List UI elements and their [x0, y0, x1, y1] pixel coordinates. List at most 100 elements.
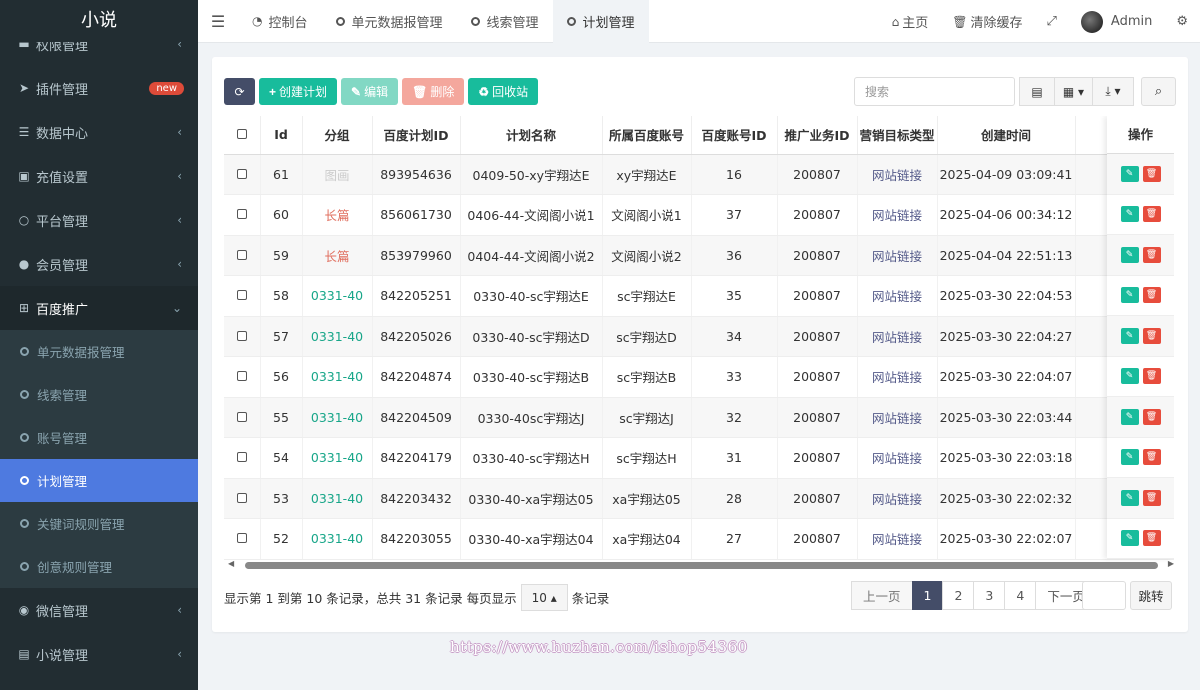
- scroll-right-icon[interactable]: ▶: [1168, 559, 1174, 568]
- search-input[interactable]: [854, 77, 1015, 106]
- horizontal-scrollbar[interactable]: ◀ ▶: [228, 559, 1174, 571]
- tab-unit-report[interactable]: 单元数据报管理: [322, 0, 457, 43]
- row-checkbox[interactable]: [224, 356, 261, 398]
- edit-row-icon[interactable]: ✎: [1120, 449, 1139, 466]
- delete-row-icon[interactable]: 🗑: [1142, 287, 1161, 304]
- table-cell[interactable]: 图画: [302, 154, 373, 195]
- edit-row-icon[interactable]: ✎: [1120, 327, 1139, 344]
- column-header[interactable]: 推广业务ID: [777, 116, 858, 155]
- scrollbar-thumb[interactable]: [245, 562, 1158, 569]
- sidebar-item-creative-rules[interactable]: 创意规则管理: [0, 545, 198, 588]
- row-checkbox[interactable]: [224, 235, 261, 276]
- table-row[interactable]: 55 0331-40 842204509 0330-40sc宇翔达J sc宇翔达J 32 2…: [224, 397, 1174, 438]
- sidebar-item-novels[interactable]: ▤ 小说管理 ‹: [0, 632, 198, 676]
- sidebar-item-keyword-rules[interactable]: 关键词规则管理: [0, 502, 198, 545]
- table-row[interactable]: 56 0331-40 842204874 0330-40-sc宇翔达B sc宇翔达B 33…: [224, 356, 1174, 398]
- refresh-button[interactable]: ⟳: [224, 78, 255, 105]
- table-row[interactable]: 59 长篇 853979960 0404-44-文阅阁小说2 文阅阁小说2 36 20080…: [224, 235, 1174, 276]
- table-cell[interactable]: 网站链接: [857, 316, 938, 357]
- fullscreen-icon[interactable]: ⤢: [1035, 14, 1069, 29]
- row-checkbox[interactable]: [224, 316, 261, 357]
- scroll-left-icon[interactable]: ◀: [228, 559, 234, 568]
- export-dropdown-icon[interactable]: ⤓ ▾: [1092, 77, 1134, 106]
- row-checkbox[interactable]: [224, 194, 261, 236]
- edit-row-icon[interactable]: ✎: [1120, 206, 1139, 223]
- recycle-bin-button[interactable]: ♻ 回收站: [468, 78, 539, 105]
- delete-row-icon[interactable]: 🗑: [1142, 165, 1161, 182]
- column-header[interactable]: Id: [260, 116, 303, 155]
- sidebar-item-recharge[interactable]: ▣ 充值设置 ‹: [0, 154, 198, 198]
- table-row[interactable]: 58 0331-40 842205251 0330-40-sc宇翔达E sc宇翔达E 35…: [224, 275, 1174, 317]
- row-checkbox[interactable]: [224, 437, 261, 479]
- checkbox[interactable]: [236, 290, 247, 301]
- column-header[interactable]: 分组: [302, 116, 373, 155]
- table-row[interactable]: 53 0331-40 842203432 0330-40-xa宇翔达05 xa宇翔达05…: [224, 478, 1174, 519]
- tab-dashboard[interactable]: ◔ 控制台: [238, 0, 322, 43]
- jump-button[interactable]: 跳转: [1130, 581, 1172, 610]
- edit-row-icon[interactable]: ✎: [1120, 408, 1139, 425]
- sidebar-item-data-center[interactable]: ☰ 数据中心 ‹: [0, 110, 198, 154]
- edit-row-icon[interactable]: ✎: [1120, 287, 1139, 304]
- column-header[interactable]: 百度账号ID: [691, 116, 778, 155]
- sidebar-item-accounts[interactable]: 账号管理: [0, 416, 198, 459]
- row-checkbox[interactable]: [224, 275, 261, 317]
- create-plan-button[interactable]: + 创建计划: [259, 78, 338, 105]
- table-cell[interactable]: 网站链接: [857, 478, 938, 519]
- table-cell[interactable]: 网站链接: [857, 194, 938, 236]
- select-all-checkbox[interactable]: [224, 116, 261, 155]
- page-button[interactable]: 3: [973, 581, 1006, 610]
- checkbox[interactable]: [236, 209, 247, 220]
- clear-cache-button[interactable]: 🗑 清除缓存: [940, 12, 1034, 32]
- sidebar-item-plans[interactable]: 计划管理: [0, 459, 198, 502]
- menu-toggle-icon[interactable]: ☰: [198, 12, 238, 31]
- checkbox[interactable]: [236, 371, 247, 382]
- page-button[interactable]: 1: [911, 581, 944, 610]
- table-cell[interactable]: 网站链接: [857, 397, 938, 438]
- table-cell[interactable]: 0331-40: [302, 437, 373, 479]
- table-cell[interactable]: 长篇: [302, 235, 373, 276]
- prev-page-button[interactable]: 上一页: [851, 581, 913, 610]
- edit-row-icon[interactable]: ✎: [1120, 165, 1139, 182]
- row-checkbox[interactable]: [224, 518, 261, 560]
- delete-row-icon[interactable]: 🗑: [1142, 246, 1161, 263]
- table-cell[interactable]: 长篇: [302, 194, 373, 236]
- table-cell[interactable]: 0331-40: [302, 397, 373, 438]
- sidebar-item-unit-report[interactable]: 单元数据报管理: [0, 330, 198, 373]
- row-checkbox[interactable]: [224, 154, 261, 195]
- tab-leads[interactable]: 线索管理: [457, 0, 553, 43]
- settings-gear-icon[interactable]: ⚙: [1164, 14, 1200, 29]
- table-cell[interactable]: 0331-40: [302, 518, 373, 560]
- search-icon[interactable]: ⌕: [1141, 77, 1176, 106]
- jump-page-input[interactable]: [1082, 581, 1126, 610]
- edit-button[interactable]: ✎ 编辑: [341, 78, 399, 105]
- checkbox[interactable]: [236, 452, 247, 463]
- edit-row-icon[interactable]: ✎: [1120, 530, 1139, 547]
- checkbox[interactable]: [236, 533, 247, 544]
- sidebar-item-wechat[interactable]: ◉ 微信管理 ‹: [0, 588, 198, 632]
- user-menu[interactable]: Admin: [1069, 10, 1164, 33]
- edit-row-icon[interactable]: ✎: [1120, 368, 1139, 385]
- table-row[interactable]: 52 0331-40 842203055 0330-40-xa宇翔达04 xa宇翔达04…: [224, 518, 1174, 560]
- table-row[interactable]: 57 0331-40 842205026 0330-40-sc宇翔达D sc宇翔达D 34…: [224, 316, 1174, 357]
- delete-row-icon[interactable]: 🗑: [1142, 408, 1161, 425]
- checkbox[interactable]: [236, 168, 247, 179]
- checkbox[interactable]: [236, 411, 247, 422]
- table-cell[interactable]: 网站链接: [857, 275, 938, 317]
- delete-row-icon[interactable]: 🗑: [1142, 368, 1161, 385]
- page-button[interactable]: 4: [1004, 581, 1037, 610]
- row-checkbox[interactable]: [224, 397, 261, 438]
- delete-row-icon[interactable]: 🗑: [1142, 206, 1161, 223]
- delete-row-icon[interactable]: 🗑: [1142, 489, 1161, 506]
- tab-plans[interactable]: 计划管理: [552, 0, 649, 43]
- columns-dropdown-icon[interactable]: ▦ ▾: [1054, 77, 1093, 106]
- sidebar-item-baidu[interactable]: ⊞ 百度推广 ⌄: [0, 286, 198, 330]
- checkbox[interactable]: [236, 330, 247, 341]
- table-row[interactable]: 54 0331-40 842204179 0330-40-sc宇翔达H sc宇翔达H 31…: [224, 437, 1174, 479]
- column-header[interactable]: 营销目标类型: [857, 116, 938, 155]
- sidebar-item-plugins[interactable]: ➤ 插件管理 new: [0, 66, 198, 110]
- delete-row-icon[interactable]: 🗑: [1142, 530, 1161, 547]
- row-checkbox[interactable]: [224, 478, 261, 519]
- table-cell[interactable]: 网站链接: [857, 235, 938, 276]
- table-cell[interactable]: 0331-40: [302, 478, 373, 519]
- delete-row-icon[interactable]: 🗑: [1142, 449, 1161, 466]
